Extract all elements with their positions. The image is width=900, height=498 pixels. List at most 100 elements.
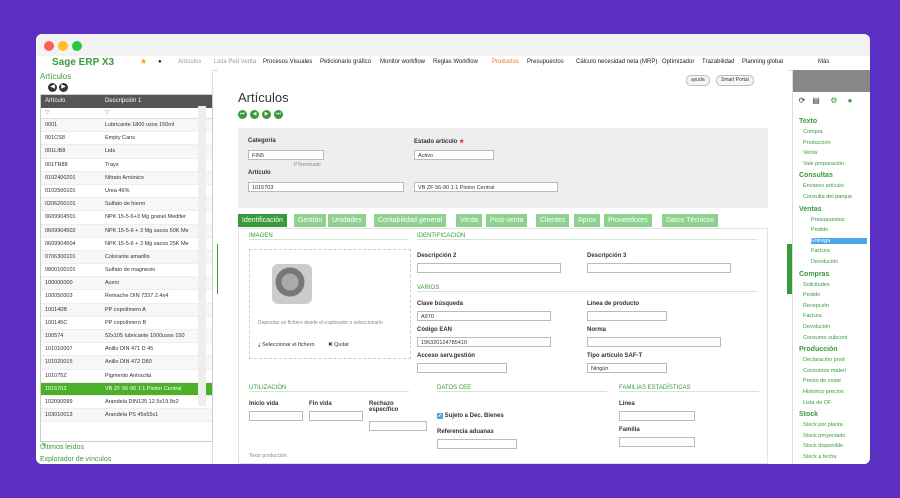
desc3-field[interactable] <box>587 263 731 273</box>
next-arrow-icon[interactable]: ▶ <box>59 83 68 92</box>
right-action-item[interactable]: Consumos materi <box>803 368 846 374</box>
right-section-title[interactable]: Compras <box>799 271 829 278</box>
right-action-item[interactable]: Stock proyectado <box>803 433 846 439</box>
right-action-item[interactable]: Consulta del parque <box>803 194 852 200</box>
menu-item-trazabilidad[interactable]: Trazabilidad <box>702 59 734 65</box>
right-action-item[interactable]: Consumo subcont <box>803 335 847 341</box>
estado-select[interactable]: Activo <box>414 150 494 160</box>
table-row[interactable]: 0609904501 NPK 15-5-6+3 Mg granel Medifer <box>41 211 212 225</box>
right-action-item[interactable]: Presupuestos <box>811 217 845 223</box>
rechazo-field[interactable] <box>369 421 427 431</box>
tab-8[interactable]: Proveedores <box>604 214 652 227</box>
right-action-item[interactable]: Precio de coste <box>803 378 841 384</box>
col-header-desc[interactable]: Descripción 1 <box>105 98 141 104</box>
clave-field[interactable]: A970 <box>417 311 551 321</box>
links-explorer-link[interactable]: Explorador de vínculos <box>40 456 111 463</box>
menu-item-procesos[interactable]: Procesos Visuales <box>263 59 312 65</box>
tipo-select[interactable]: Ningún <box>587 363 667 373</box>
categoria-field[interactable]: FIN5 <box>248 150 324 160</box>
ean-field[interactable]: 196320124785410 <box>417 337 551 347</box>
menu-item-lista-ped[interactable]: Lista Ped Venta <box>214 59 256 65</box>
table-row[interactable]: 0609904502 NPK 15-5-6 + 3 Mg sacos 50K Me <box>41 224 212 238</box>
right-action-item[interactable]: Stock por planta <box>803 422 843 428</box>
articulo-field[interactable]: 1015703 <box>248 182 404 192</box>
desc2-field[interactable] <box>417 263 561 273</box>
menu-item-mrp[interactable]: Cálculo necesidad neta (MRP) <box>576 59 657 65</box>
table-row[interactable]: 101075Z Pigmento Antracita <box>41 370 212 383</box>
tab-7[interactable]: Aprov <box>574 214 601 227</box>
right-action-item[interactable]: Devolución <box>803 324 830 330</box>
favorite-star-icon[interactable]: ★ <box>140 57 147 66</box>
table-row[interactable]: 101020015 Anillo DIN 472 D80 <box>41 356 212 370</box>
right-section-title[interactable]: Consultas <box>799 172 833 179</box>
familia-field[interactable] <box>619 437 695 447</box>
menu-item-peticionario[interactable]: Peticionario gráfico <box>320 59 371 65</box>
tab-2[interactable]: Unidades <box>328 214 366 227</box>
table-row[interactable]: 100145C PP copolímero B <box>41 317 212 330</box>
menu-item-presupuestos[interactable]: Presupuestos <box>527 59 564 65</box>
refresh-icon[interactable]: ⟳ <box>797 96 807 106</box>
table-row[interactable]: 1015703 VB ZF 56-90 1:1 Piston Central <box>41 382 212 396</box>
maximize-window-button[interactable] <box>72 41 82 51</box>
right-action-item[interactable]: Stock a fecha <box>803 454 836 460</box>
right-action-item[interactable]: Envases artículo <box>803 183 844 189</box>
recent-link[interactable]: Últimos leídos <box>40 444 84 451</box>
filter-icon[interactable]: ▽ <box>45 109 50 116</box>
table-row[interactable]: 001TR88 Trays <box>41 159 212 172</box>
menu-item-planning[interactable]: Planning global <box>742 59 783 65</box>
table-row[interactable]: 100140B PP copolímero A <box>41 303 212 317</box>
right-action-item[interactable]: Producción <box>803 140 831 146</box>
first-record-icon[interactable]: ⏮ <box>238 110 247 119</box>
right-action-item[interactable]: Lista de OF <box>803 400 831 406</box>
comments-icon[interactable]: ● <box>845 96 855 106</box>
articulo-desc-field[interactable]: VB ZF 56-90 1:1 Piston Central <box>414 182 558 192</box>
right-action-item[interactable]: Pedido <box>803 292 820 298</box>
right-action-item[interactable]: Vale preparación <box>803 161 844 167</box>
select-file-button[interactable]: ⤓ Seleccionar el fichero <box>258 342 315 349</box>
right-section-title[interactable]: Producción <box>799 346 838 353</box>
help-pill-button[interactable]: ayuda <box>686 75 710 86</box>
table-row[interactable]: 0706300101 Colorante amarillo <box>41 250 212 265</box>
print-icon[interactable]: ▤ <box>811 96 821 106</box>
filter-icon[interactable]: ▽ <box>105 109 110 116</box>
menu-item-optimizador[interactable]: Optimizador <box>662 59 694 65</box>
linea-producto-field[interactable] <box>587 311 667 321</box>
right-action-item[interactable]: Solicitudes <box>803 282 830 288</box>
prev-arrow-icon[interactable]: ◀ <box>48 83 57 92</box>
next-record-icon[interactable]: ▶ <box>262 110 271 119</box>
image-dropzone[interactable]: Depositar un fichero desde el explorador… <box>249 249 411 359</box>
menu-item-articulos[interactable]: Artículos <box>178 59 201 65</box>
linea-field[interactable] <box>619 411 695 421</box>
table-row[interactable]: 100000000 Acero <box>41 277 212 291</box>
tab-5[interactable]: Post-venta <box>486 214 528 227</box>
tab-3[interactable]: Contabilidad general <box>374 214 447 227</box>
menu-item-reglas[interactable]: Reglas Workflow <box>433 59 478 65</box>
table-row[interactable]: 100574 52x105 lubricante 1000usos 150 <box>41 330 212 344</box>
table-row[interactable]: 0102500101 Urea 46% <box>41 185 212 199</box>
remove-file-button[interactable]: ✖ Quitar <box>328 342 349 348</box>
prev-record-icon[interactable]: ◀ <box>250 110 259 119</box>
right-action-item[interactable]: Declaración prod <box>803 357 845 363</box>
norma-field[interactable] <box>587 337 721 347</box>
table-row[interactable]: 102090099 Arandela DIN125 12.5x19.8x2 <box>41 396 212 410</box>
table-row[interactable]: 0206200101 Sulfato de hierro <box>41 198 212 212</box>
tab-1[interactable]: Gestión <box>294 214 327 227</box>
table-row[interactable]: 001LIB8 Lids <box>41 145 212 159</box>
table-row[interactable]: 101010007 Anillo DIN 471 D 45 <box>41 343 212 357</box>
ref-aduanas-field[interactable] <box>437 439 517 449</box>
right-action-item[interactable]: Venta <box>803 150 817 156</box>
table-row[interactable]: 0800100101 Sulfato de magnesio <box>41 264 212 278</box>
table-row[interactable]: 0102400201 Nitrato Amónico <box>41 171 212 185</box>
acceso-field[interactable] <box>417 363 507 373</box>
table-row[interactable]: 0001 Lubricante 1800 usos 150ml <box>41 119 212 133</box>
minimize-window-button[interactable] <box>58 41 68 51</box>
attach-icon[interactable]: ⚙ <box>829 96 839 106</box>
right-action-item[interactable]: Stock disponible <box>803 443 843 449</box>
smart-portal-button[interactable]: Smart Portal <box>716 75 754 86</box>
sujeto-checkbox[interactable]: ✓ Sujeto a Dec. Bienes <box>437 413 504 419</box>
right-action-item[interactable]: Devolución <box>811 259 838 265</box>
right-action-item[interactable]: Factura <box>803 313 822 319</box>
grid-scrollbar[interactable] <box>198 106 206 406</box>
inicio-vida-field[interactable] <box>249 411 303 421</box>
menu-item-productos[interactable]: Productos <box>492 59 519 65</box>
